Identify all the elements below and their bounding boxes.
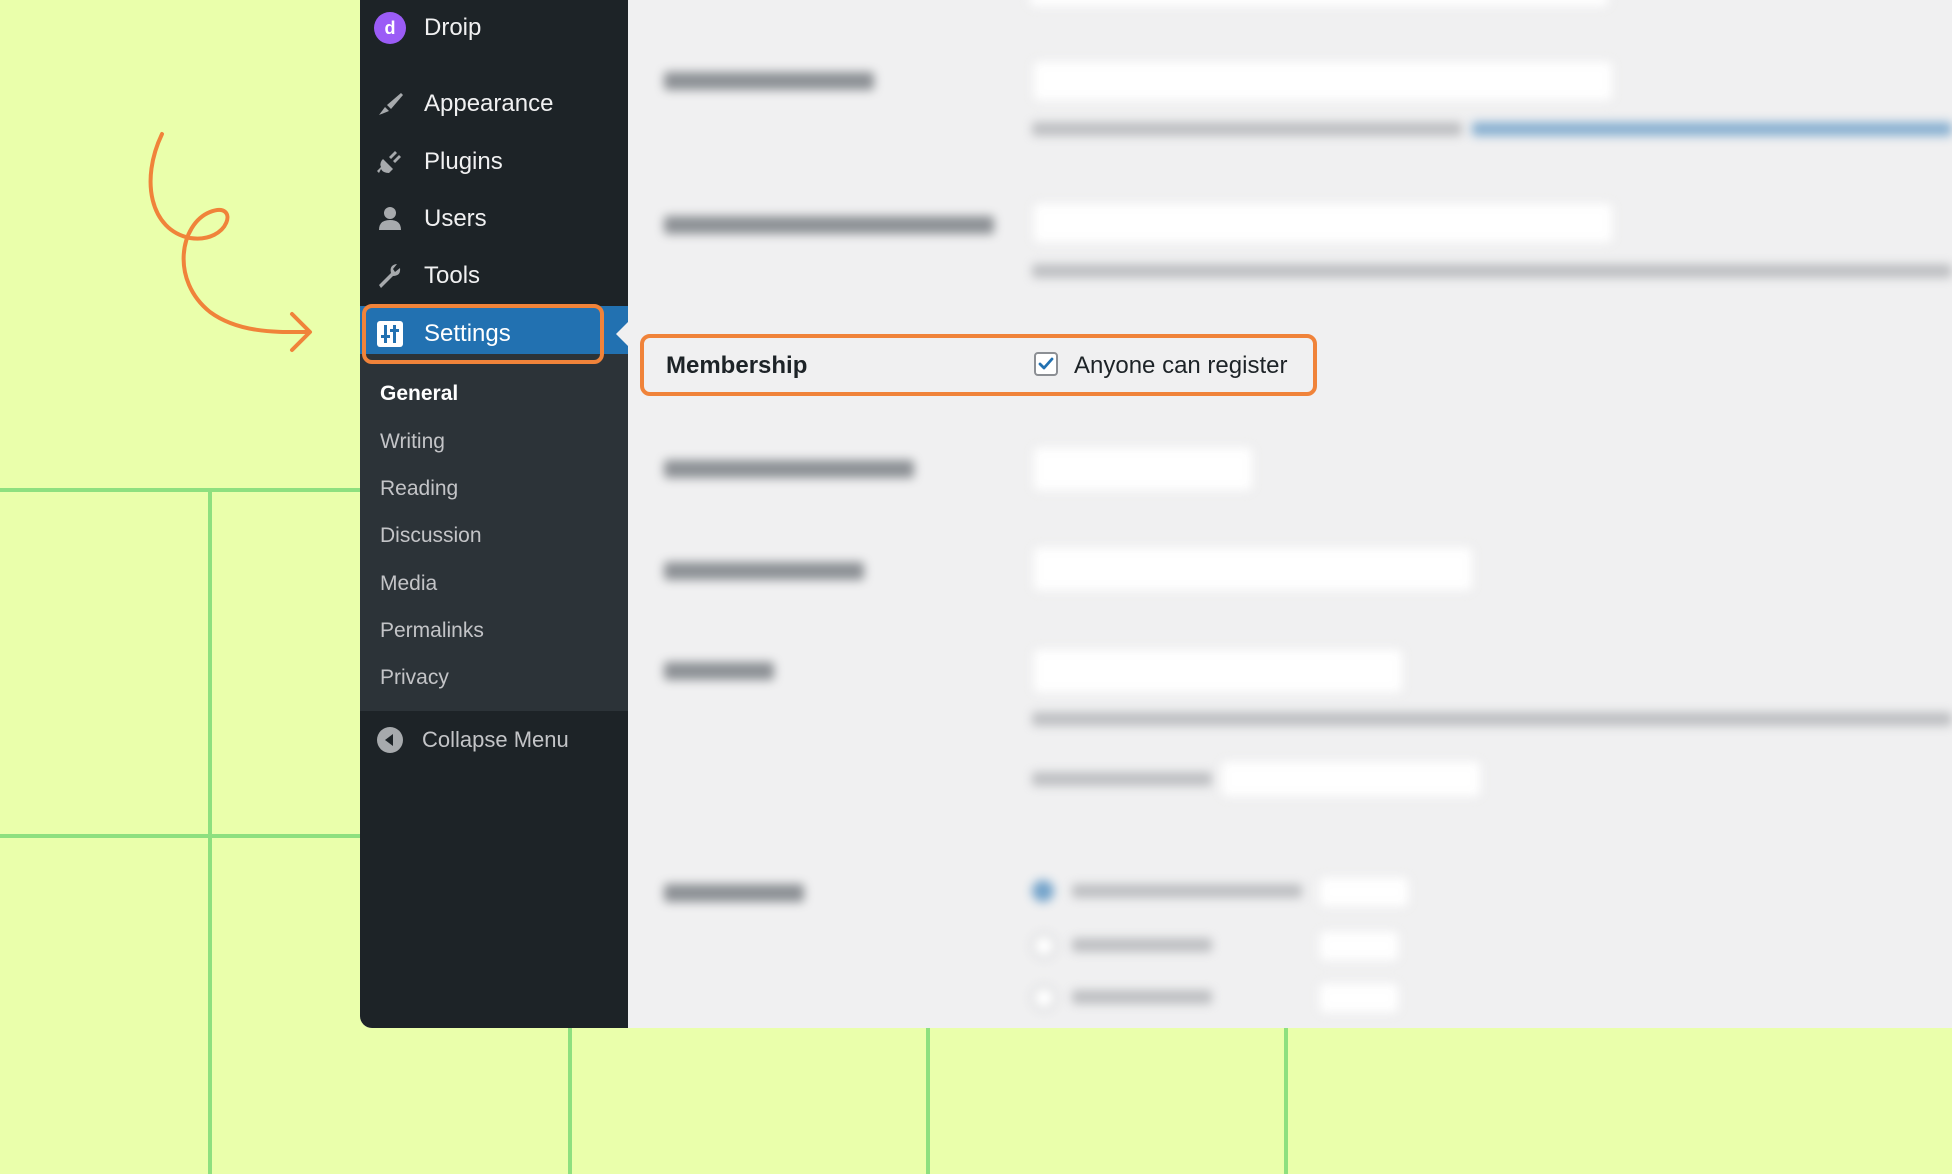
blurred-text	[1032, 264, 1952, 278]
blurred-radio	[1032, 880, 1054, 902]
brand-name: Droip	[424, 14, 482, 41]
plug-icon	[374, 146, 406, 178]
grid-line	[926, 1028, 930, 1174]
collapse-arrow-icon	[376, 726, 404, 754]
submenu-item-discussion[interactable]: Discussion	[380, 524, 482, 548]
settings-highlight-box	[362, 304, 604, 364]
blurred-label	[664, 562, 864, 580]
sidebar-item-users[interactable]: Users	[360, 193, 628, 245]
user-icon	[374, 203, 406, 235]
wrench-icon	[374, 260, 406, 292]
sidebar-item-tools[interactable]: Tools	[360, 250, 628, 302]
blurred-input	[1032, 60, 1614, 102]
arrow-annotation-icon	[148, 132, 312, 352]
blurred-input	[1032, 202, 1614, 244]
submenu-item-permalinks[interactable]: Permalinks	[380, 619, 484, 643]
blurred-text	[1032, 712, 1952, 726]
submenu-item-general[interactable]: General	[380, 382, 458, 406]
grid-line	[0, 834, 360, 838]
blurred-select	[1032, 648, 1404, 694]
collapse-menu-label: Collapse Menu	[422, 727, 569, 752]
active-pointer-icon	[616, 322, 628, 346]
blurred-label	[664, 662, 774, 680]
submenu-item-reading[interactable]: Reading	[380, 477, 458, 501]
submenu-item-media[interactable]: Media	[380, 572, 437, 596]
blurred-input	[1318, 982, 1400, 1014]
grid-line	[0, 488, 360, 492]
grid-line	[568, 1028, 572, 1174]
blurred-input	[1318, 876, 1410, 908]
sidebar-item-label: Tools	[424, 262, 481, 289]
settings-submenu: General Writing Reading Discussion Media…	[360, 354, 628, 711]
blurred-select	[1032, 446, 1254, 492]
blurred-label	[664, 884, 804, 902]
grid-line	[1284, 1028, 1288, 1174]
blurred-text	[1032, 122, 1462, 136]
sidebar-item-label: Plugins	[424, 148, 503, 175]
blurred-link	[1472, 122, 1952, 136]
sidebar-item-appearance[interactable]: Appearance	[360, 78, 628, 130]
blurred-radio	[1032, 934, 1056, 958]
blurred-label	[664, 72, 874, 90]
blurred-input	[1318, 930, 1400, 962]
blurred-text	[1072, 938, 1212, 952]
collapse-menu-button[interactable]: Collapse Menu	[360, 718, 628, 762]
sidebar-item-label: Appearance	[424, 90, 554, 117]
blurred-label	[664, 460, 914, 478]
blurred-select	[1032, 546, 1474, 592]
wp-admin-window: d Droip Appearance Plugins Users Tools S…	[360, 0, 1952, 1028]
blurred-text	[1032, 772, 1212, 786]
membership-highlight-box	[640, 334, 1317, 396]
sidebar-item-plugins[interactable]: Plugins	[360, 136, 628, 188]
sidebar-item-label: Users	[424, 205, 487, 232]
blurred-radio	[1032, 986, 1056, 1010]
blurred-input	[1220, 760, 1482, 798]
blurred-input	[1028, 0, 1610, 8]
settings-content: Membership Anyone can register	[628, 0, 1952, 1028]
admin-sidebar: d Droip Appearance Plugins Users Tools S…	[360, 0, 628, 1028]
blurred-label	[664, 216, 994, 234]
blurred-text	[1072, 990, 1212, 1004]
svg-text:d: d	[385, 18, 396, 38]
submenu-item-privacy[interactable]: Privacy	[380, 666, 449, 690]
submenu-item-writing[interactable]: Writing	[380, 430, 445, 454]
blurred-text	[1072, 884, 1302, 898]
brush-icon	[374, 88, 406, 120]
grid-line	[208, 488, 212, 1174]
brand-item[interactable]: d Droip	[360, 2, 628, 54]
droip-logo-icon: d	[374, 12, 406, 44]
